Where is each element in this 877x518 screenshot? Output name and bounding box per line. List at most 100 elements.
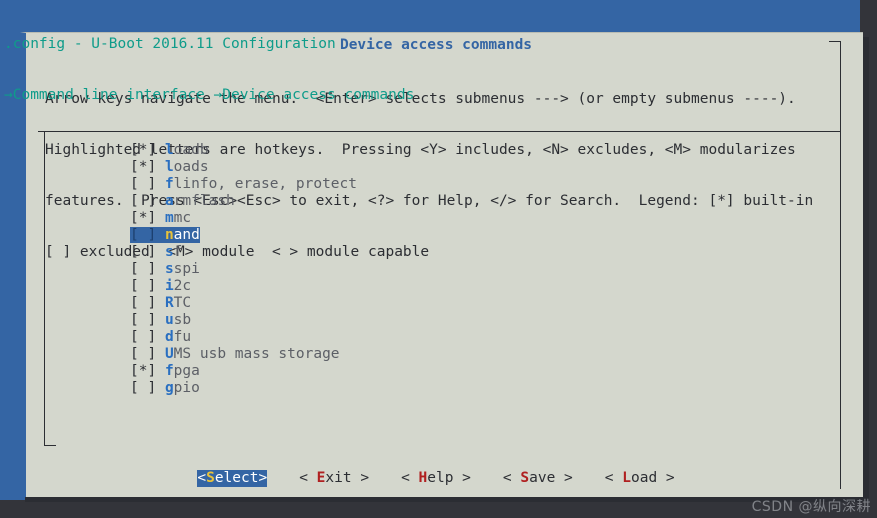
help-button[interactable]: < Help >	[401, 470, 471, 487]
menu-item-hotkey: u	[164, 312, 174, 328]
checkbox-marker[interactable]: [ ]	[130, 380, 156, 396]
checkbox-marker[interactable]: [*]	[130, 142, 156, 158]
checkbox-marker[interactable]: [ ]	[130, 295, 156, 311]
menu-item-hotkey: U	[164, 346, 174, 362]
checkbox-marker[interactable]: [*]	[130, 159, 156, 175]
menu-item-usb[interactable]: [ ] usb	[130, 312, 357, 329]
marker-label-gap	[156, 227, 165, 243]
button-hotkey: S	[520, 470, 530, 486]
menu-item-content: [ ] RTC	[130, 295, 191, 311]
menu-item-hotkey: R	[164, 295, 174, 311]
checkbox-marker[interactable]: [ ]	[130, 329, 156, 345]
checkbox-marker[interactable]: [ ]	[130, 176, 156, 192]
button-hotkey: S	[206, 470, 215, 486]
button-bar: <Select> < Exit > < Help > < Save > < Load >	[26, 470, 846, 487]
menu-item-content: [ ] i2c	[130, 278, 191, 294]
menu-item-hotkey: s	[164, 261, 174, 277]
menu-item-label: fu	[173, 329, 192, 345]
terminal-background: .config - U-Boot 2016.11 Configuration →…	[0, 0, 877, 518]
marker-label-gap	[156, 363, 165, 379]
marker-label-gap	[156, 210, 165, 226]
menu-item-content: [*] loadb	[130, 142, 209, 158]
menu-item-label: pga	[173, 363, 200, 379]
button-bracket-left: <	[401, 470, 419, 486]
button-bracket-left: <	[197, 470, 207, 486]
load-button[interactable]: < Load >	[605, 470, 675, 487]
marker-label-gap	[156, 244, 165, 260]
checkbox-marker[interactable]: [*]	[130, 210, 156, 226]
menu-item-hotkey: a	[164, 193, 174, 209]
menu-item-hotkey: l	[164, 142, 174, 158]
menu-item-gpio[interactable]: [ ] gpio	[130, 380, 357, 397]
button-label: elp >	[427, 470, 471, 486]
menu-item-content: [ ] gpio	[130, 380, 200, 396]
menu-item-content: [ ] UMS usb mass storage	[130, 346, 340, 362]
marker-label-gap	[156, 261, 165, 277]
menu-item-hotkey: s	[164, 244, 174, 260]
button-label: oad >	[630, 470, 675, 486]
checkbox-marker[interactable]: [*]	[130, 363, 156, 379]
menu-item-hotkey: n	[164, 227, 174, 243]
marker-label-gap	[156, 295, 165, 311]
menu-item-label: f	[173, 244, 183, 260]
menu-item-mmc[interactable]: [*] mmc	[130, 210, 357, 227]
menu-item-content: [*] mmc	[130, 210, 191, 226]
breadcrumb-line-path: →Command line interface →Device access c…	[4, 87, 415, 103]
breadcrumb-line-config: .config - U-Boot 2016.11 Configuration	[4, 36, 336, 52]
menu-item-ums-usb-mass-storage[interactable]: [ ] UMS usb mass storage	[130, 346, 357, 363]
checkbox-marker[interactable]: [ ]	[130, 227, 156, 243]
select-button[interactable]: <Select>	[197, 470, 268, 487]
menu-item-label: oadb	[173, 142, 209, 158]
menu-item-content: [ ] flinfo, erase, protect	[130, 176, 357, 192]
menu-list-box: [*] loadb [*] loads[ ] flinfo, erase, pro…	[44, 131, 841, 446]
menu-item-label: rmflash	[173, 193, 235, 209]
menu-item-fpga[interactable]: [*] fpga	[130, 363, 357, 380]
menu-item-hotkey: m	[164, 210, 174, 226]
checkbox-marker[interactable]: [ ]	[130, 312, 156, 328]
button-label: ave >	[529, 470, 573, 486]
terminal-bottom-margin	[0, 500, 877, 518]
menu-item-label: MS usb mass storage	[173, 346, 340, 362]
marker-label-gap	[156, 176, 165, 192]
menu-item-content: [ ] usb	[130, 312, 191, 328]
button-label: xit >	[325, 470, 370, 486]
button-hotkey: H	[418, 470, 428, 486]
save-button[interactable]: < Save >	[503, 470, 573, 487]
menu-item-dfu[interactable]: [ ] dfu	[130, 329, 357, 346]
checkbox-marker[interactable]: [ ]	[130, 278, 156, 294]
menu-item-label: 2c	[173, 278, 192, 294]
button-label: elect>	[214, 470, 268, 486]
marker-label-gap	[156, 142, 165, 158]
menu-item-label: mc	[173, 210, 192, 226]
menu-item-loadb[interactable]: [*] loadb	[130, 142, 357, 159]
menu-item-nand[interactable]: [ ] nand	[130, 227, 357, 244]
menu-item-label: spi	[173, 261, 200, 277]
menu-item-armflash[interactable]: [ ] armflash	[130, 193, 357, 210]
menu-item-content: [*] loads	[130, 159, 209, 175]
marker-label-gap	[156, 380, 165, 396]
menu-list: [*] loadb [*] loads[ ] flinfo, erase, pro…	[130, 142, 357, 397]
marker-label-gap	[156, 312, 165, 328]
menu-item-i2c[interactable]: [ ] i2c	[130, 278, 357, 295]
checkbox-marker[interactable]: [ ]	[130, 244, 156, 260]
menu-item-loads[interactable]: [*] loads	[130, 159, 357, 176]
marker-label-gap	[156, 278, 165, 294]
menu-item-label: TC	[173, 295, 192, 311]
menu-item-hotkey: i	[164, 278, 174, 294]
checkbox-marker[interactable]: [ ]	[130, 261, 156, 277]
menu-item-content: [*] fpga	[130, 363, 200, 379]
menu-list-box-bottom-corner	[44, 445, 56, 446]
menu-item-rtc[interactable]: [ ] RTC	[130, 295, 357, 312]
menu-item-content: [ ] sf	[130, 244, 182, 260]
menu-item-content: [ ] nand	[130, 227, 200, 243]
menu-item-sspi[interactable]: [ ] sspi	[130, 261, 357, 278]
checkbox-marker[interactable]: [ ]	[130, 193, 156, 209]
menu-item-sf[interactable]: [ ] sf	[130, 244, 357, 261]
menu-item-flinfo-erase-protect[interactable]: [ ] flinfo, erase, protect	[130, 176, 357, 193]
menu-item-hotkey: g	[164, 380, 174, 396]
breadcrumb: .config - U-Boot 2016.11 Configuration →…	[0, 0, 877, 138]
checkbox-marker[interactable]: [ ]	[130, 346, 156, 362]
button-bracket-left: <	[299, 470, 317, 486]
menu-item-content: [ ] armflash	[130, 193, 235, 209]
exit-button[interactable]: < Exit >	[299, 470, 369, 487]
